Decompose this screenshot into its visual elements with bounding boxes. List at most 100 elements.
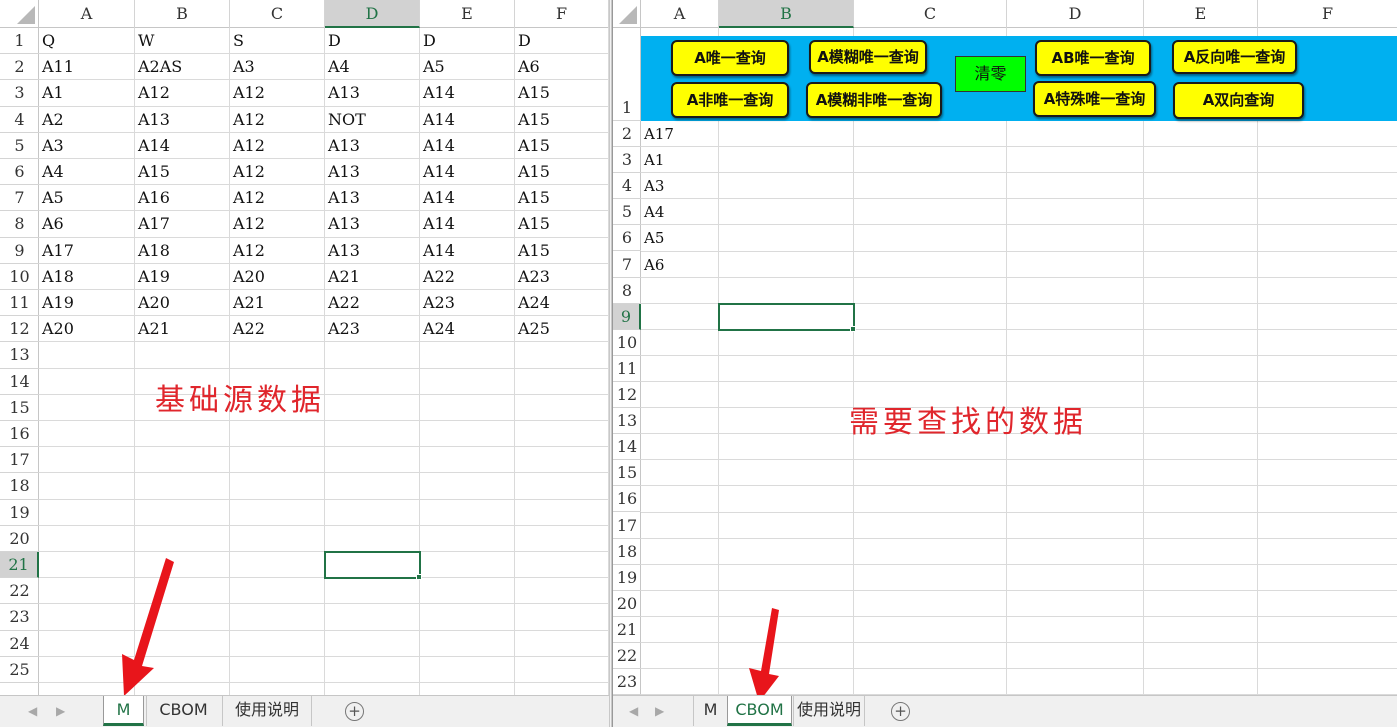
row-header-6[interactable]: 6 (0, 159, 39, 186)
row-header-15[interactable]: 15 (613, 460, 641, 487)
cell-a1[interactable]: Q (39, 28, 135, 54)
cell-f1[interactable]: D (515, 28, 609, 54)
row-header-7[interactable]: 7 (0, 185, 39, 212)
cell-c12[interactable]: A22 (230, 316, 325, 342)
column-header-c[interactable]: C (230, 0, 325, 28)
unique-lookup-button[interactable]: A唯一查询 (671, 40, 789, 76)
row-header-17[interactable]: 17 (613, 513, 641, 539)
cell-d5[interactable]: A13 (325, 133, 420, 159)
cell-b2[interactable]: A2AS (135, 54, 230, 80)
row-header-12[interactable]: 12 (613, 382, 641, 409)
cell-d8[interactable]: A13 (325, 211, 420, 237)
clear-button[interactable]: 清零 (955, 56, 1026, 92)
cell-a2[interactable]: A17 (641, 121, 719, 147)
cell-e4[interactable]: A14 (420, 107, 515, 133)
cell-a4[interactable]: A2 (39, 107, 135, 133)
row-header-10[interactable]: 10 (0, 264, 39, 290)
cell-e9[interactable]: A14 (420, 238, 515, 264)
cell-b11[interactable]: A20 (135, 290, 230, 316)
row-header-8[interactable]: 8 (0, 211, 39, 238)
row-header-13[interactable]: 13 (613, 408, 641, 435)
row-header-19[interactable]: 19 (0, 500, 39, 526)
column-header-e[interactable]: E (420, 0, 515, 28)
sheet-tab-m[interactable]: M (693, 696, 727, 726)
row-header-23[interactable]: 23 (613, 669, 641, 696)
cell-b7[interactable]: A16 (135, 185, 230, 211)
row-header-16[interactable]: 16 (0, 421, 39, 448)
cell-d9[interactable]: A13 (325, 238, 420, 264)
cell-b10[interactable]: A19 (135, 264, 230, 290)
cell-b1[interactable]: W (135, 28, 230, 54)
cell-c8[interactable]: A12 (230, 211, 325, 237)
cell-a9[interactable]: A17 (39, 238, 135, 264)
row-header-22[interactable]: 22 (613, 643, 641, 670)
cell-d3[interactable]: A13 (325, 80, 420, 106)
row-header-2[interactable]: 2 (613, 121, 641, 148)
row-header-1[interactable]: 1 (613, 28, 641, 121)
cell-e3[interactable]: A14 (420, 80, 515, 106)
column-header-c[interactable]: C (854, 0, 1007, 28)
cell-c6[interactable]: A12 (230, 159, 325, 185)
row-header-22[interactable]: 22 (0, 578, 39, 605)
cell-a11[interactable]: A19 (39, 290, 135, 316)
column-header-f[interactable]: F (1258, 0, 1397, 28)
cell-a7[interactable]: A6 (641, 252, 719, 278)
cell-d4[interactable]: NOT (325, 107, 420, 133)
row-header-12[interactable]: 12 (0, 316, 39, 343)
ab-unique-lookup-button[interactable]: AB唯一查询 (1035, 40, 1151, 76)
row-header-4[interactable]: 4 (0, 107, 39, 133)
cell-d2[interactable]: A4 (325, 54, 420, 80)
cell-b12[interactable]: A21 (135, 316, 230, 342)
column-header-d[interactable]: D (1007, 0, 1144, 28)
cell-a6[interactable]: A4 (39, 159, 135, 185)
cell-c5[interactable]: A12 (230, 133, 325, 159)
row-header-1[interactable]: 1 (0, 28, 39, 55)
row-header-9[interactable]: 9 (613, 303, 641, 330)
column-header-b[interactable]: B (719, 0, 854, 28)
cell-a4[interactable]: A3 (641, 173, 719, 199)
cell-d7[interactable]: A13 (325, 185, 420, 211)
row-header-17[interactable]: 17 (0, 447, 39, 474)
row-header-20[interactable]: 20 (613, 591, 641, 617)
row-header-18[interactable]: 18 (613, 539, 641, 565)
cell-c1[interactable]: S (230, 28, 325, 54)
scroll-tabs-left-icon[interactable]: ◀ (629, 704, 638, 718)
cell-f8[interactable]: A15 (515, 211, 609, 237)
row-header-10[interactable]: 10 (613, 330, 641, 356)
row-header-4[interactable]: 4 (613, 173, 641, 200)
sheet-tab-cbom[interactable]: CBOM (146, 696, 220, 726)
fuzzy-unique-lookup-button[interactable]: A模糊唯一查询 (809, 40, 927, 74)
cell-c11[interactable]: A21 (230, 290, 325, 316)
cell-c3[interactable]: A12 (230, 80, 325, 106)
row-header-16[interactable]: 16 (613, 486, 641, 513)
bidirectional-lookup-button[interactable]: A双向查询 (1173, 82, 1304, 119)
row-header-9[interactable]: 9 (0, 238, 39, 264)
select-all-corner[interactable] (0, 0, 39, 28)
sheet-tab-cbom[interactable]: CBOM (727, 696, 792, 726)
reverse-unique-lookup-button[interactable]: A反向唯一查询 (1172, 40, 1297, 74)
cell-e1[interactable]: D (420, 28, 515, 54)
fuzzy-non-unique-lookup-button[interactable]: A模糊非唯一查询 (806, 82, 942, 118)
scroll-tabs-right-icon[interactable]: ▶ (56, 704, 65, 718)
column-header-a[interactable]: A (641, 0, 719, 28)
row-header-18[interactable]: 18 (0, 473, 39, 500)
cell-f6[interactable]: A15 (515, 159, 609, 185)
cell-b3[interactable]: A12 (135, 80, 230, 106)
sheet-tab-instructions[interactable]: 使用说明 (222, 696, 312, 726)
cell-c2[interactable]: A3 (230, 54, 325, 80)
scroll-tabs-left-icon[interactable]: ◀ (28, 704, 37, 718)
cell-a10[interactable]: A18 (39, 264, 135, 290)
cell-e8[interactable]: A14 (420, 211, 515, 237)
selected-cell[interactable] (718, 302, 855, 331)
cell-e7[interactable]: A14 (420, 185, 515, 211)
row-header-13[interactable]: 13 (0, 342, 39, 369)
cell-a6[interactable]: A5 (641, 225, 719, 251)
cell-f9[interactable]: A15 (515, 238, 609, 264)
cell-a5[interactable]: A3 (39, 133, 135, 159)
scroll-tabs-right-icon[interactable]: ▶ (655, 704, 664, 718)
cell-f2[interactable]: A6 (515, 54, 609, 80)
row-header-11[interactable]: 11 (0, 290, 39, 317)
special-unique-lookup-button[interactable]: A特殊唯一查询 (1033, 81, 1156, 117)
non-unique-lookup-button[interactable]: A非唯一查询 (671, 82, 789, 118)
row-header-19[interactable]: 19 (613, 565, 641, 591)
